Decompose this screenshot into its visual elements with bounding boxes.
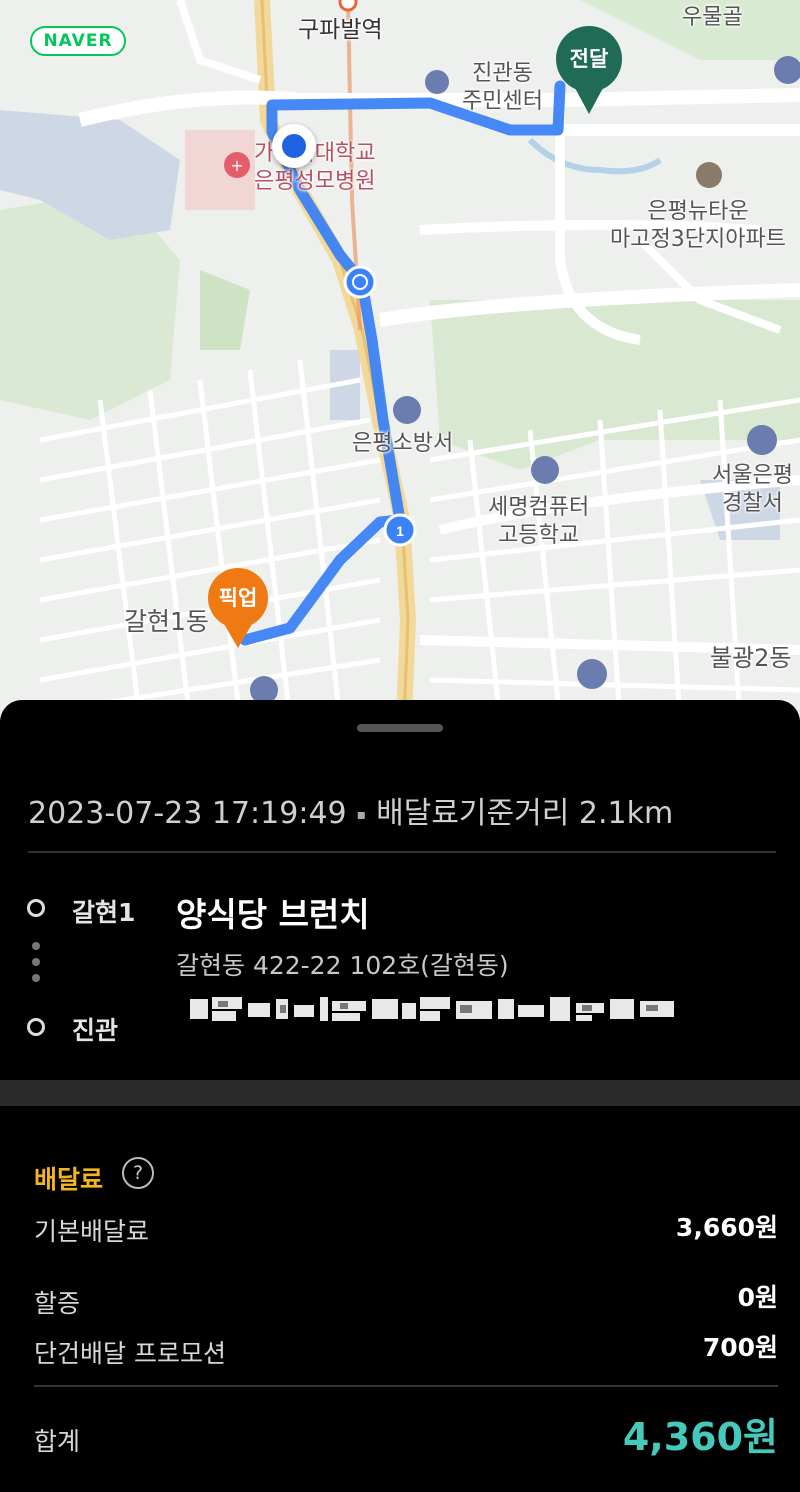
map-label-community-center: 진관동 주민센터 [462,61,543,114]
order-detail-sheet: 2023-07-23 17:19:49 ▪ 배달료기준거리 2.1km 갈현1 양식… [0,700,800,1492]
divider [28,851,776,853]
map-label-umulgol: 우물골 [682,5,743,30]
svg-text:1: 1 [396,523,404,539]
fee-section-title: 배달료 [34,1165,104,1194]
pickup-pin[interactable]: 픽업 [208,568,268,648]
map-label-apartment: 은평뉴타운 마고정3단지아파트 [610,199,786,252]
delivery-pin[interactable]: 전달 [556,26,622,114]
dropoff-area: 진관 [72,1016,119,1045]
route-map[interactable]: 1 + NAVER 구파발역 우물골 진관동 주민센터 가톨릭대학교 은평성모병… [0,0,800,720]
naver-logo: NAVER [30,26,126,56]
svg-text:+: + [230,156,243,175]
current-location-marker [272,124,316,168]
order-meta: 2023-07-23 17:19:49 ▪ 배달료기준거리 2.1km [28,788,673,832]
route-dots-icon [32,942,40,990]
map-label-fire-station: 은평소방서 [352,431,454,456]
store-name: 양식당 브런치 [176,895,370,934]
pickup-pin-label: 픽업 [208,568,268,628]
map-label-station: 구파발역 [298,17,383,43]
meta-separator: ▪ [356,806,367,823]
pickup-area: 갈현1 [72,898,136,927]
total-value: 4,360원 [622,1415,778,1459]
fee-row-label: 기본배달료 [34,1217,150,1246]
order-datetime: 2023-07-23 17:19:49 [28,796,347,831]
section-separator [0,1080,800,1106]
map-canvas: 1 + [0,0,800,720]
help-icon[interactable]: ? [122,1157,154,1189]
dropoff-stop-icon [27,1018,45,1036]
fee-row-value: 0원 [737,1283,778,1312]
fee-row-value: 3,660원 [675,1213,778,1242]
sheet-drag-handle[interactable] [357,724,443,732]
total-label: 합계 [34,1427,81,1456]
map-label-school: 세명컴퓨터 고등학교 [488,495,590,548]
map-label-galhyeon: 갈현1동 [124,607,209,636]
redacted-dropoff-address [190,997,674,1021]
pickup-stop-icon [27,899,45,917]
divider [34,1385,778,1387]
map-label-police: 서울은평 경찰서 [712,463,793,516]
delivery-pin-label: 전달 [556,26,622,92]
fee-row-value: 700원 [702,1333,778,1362]
fee-row-label: 단건배달 프로모션 [34,1339,226,1368]
distance-text: 배달료기준거리 2.1km [376,796,674,831]
map-label-bulgwang: 불광2동 [710,644,792,672]
fee-row-label: 할증 [34,1289,81,1318]
store-address: 갈현동 422-22 102호(갈현동) [176,951,509,980]
